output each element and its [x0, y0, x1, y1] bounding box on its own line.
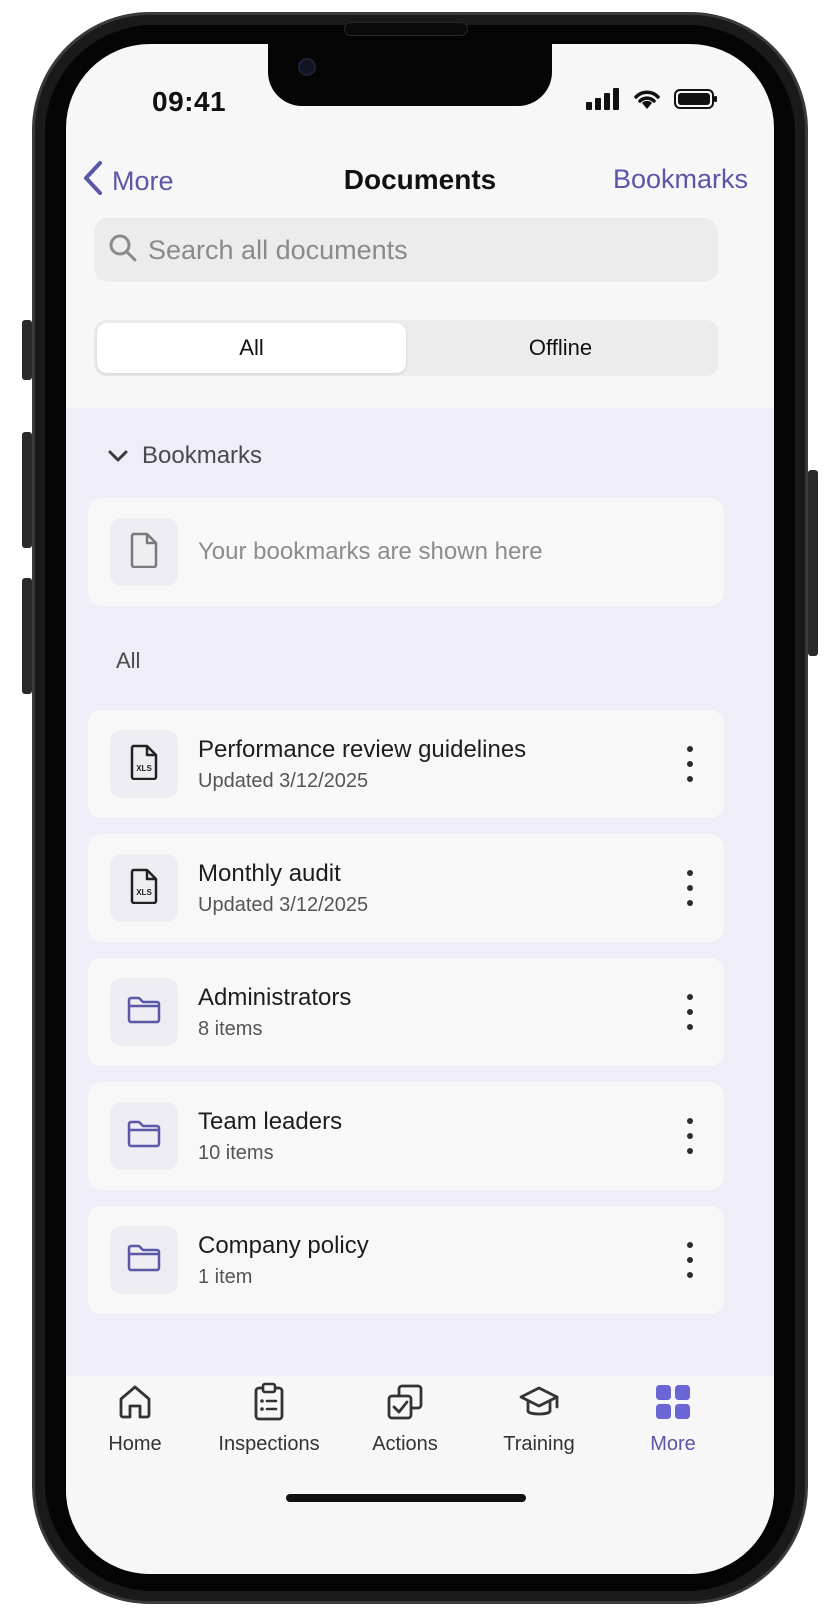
grid-icon: [653, 1382, 693, 1427]
item-tile: XLS: [110, 730, 178, 798]
item-tile: [110, 1102, 178, 1170]
segment-offline[interactable]: Offline: [406, 323, 715, 373]
mute-switch: [22, 320, 32, 380]
item-text: Performance review guidelines Updated 3/…: [198, 736, 526, 793]
tab-actions[interactable]: Actions: [338, 1382, 472, 1456]
item-subtitle: 8 items: [198, 1017, 263, 1040]
search-icon: [108, 233, 138, 268]
item-tile: XLS: [110, 854, 178, 922]
item-title: Company policy: [198, 1231, 369, 1259]
wifi-icon: [632, 88, 662, 115]
item-subtitle: 1 item: [198, 1265, 253, 1288]
filter-segmented-control: All Offline: [94, 320, 718, 376]
all-section-label: All: [116, 648, 141, 673]
screen: 09:41 More Documents Bookmarks Search al…: [66, 44, 774, 1574]
navigation-bar: More Documents Bookmarks: [66, 158, 774, 208]
tab-training[interactable]: Training: [472, 1382, 606, 1456]
more-options-icon[interactable]: [680, 870, 700, 906]
status-icons: [586, 88, 718, 115]
volume-up-button: [22, 432, 32, 548]
item-subtitle: 10 items: [198, 1141, 274, 1164]
notch: [268, 44, 552, 106]
document-icon: [129, 532, 159, 573]
volume-down-button: [22, 578, 32, 694]
front-camera: [298, 58, 316, 76]
power-button: [808, 470, 818, 656]
home-indicator[interactable]: [286, 1494, 526, 1502]
documents-list-area: Bookmarks Your bookmarks are shown here …: [66, 408, 774, 1376]
item-text: Company policy 1 item: [198, 1232, 369, 1289]
item-title: Performance review guidelines: [198, 735, 527, 763]
segment-all[interactable]: All: [97, 323, 406, 373]
svg-text:XLS: XLS: [136, 888, 152, 897]
folder-icon: [126, 1243, 162, 1278]
list-item[interactable]: XLS Performance review guidelines Update…: [88, 710, 724, 818]
item-text: Administrators 8 items: [198, 984, 351, 1041]
bookmarks-button[interactable]: Bookmarks: [613, 164, 748, 195]
bookmarks-section-label: Bookmarks: [142, 442, 263, 469]
battery-icon: [674, 88, 718, 115]
item-title: Administrators: [198, 983, 352, 1011]
tab-inspections[interactable]: Inspections: [202, 1382, 336, 1456]
back-button-label: More: [112, 166, 174, 196]
list-item[interactable]: Company policy 1 item: [88, 1206, 724, 1314]
status-time: 09:41: [152, 86, 227, 117]
document-tile: [110, 518, 178, 586]
item-text: Monthly audit Updated 3/12/2025: [198, 860, 368, 917]
search-bar[interactable]: [94, 218, 718, 282]
clipboard-icon: [249, 1382, 289, 1427]
list-item[interactable]: XLS Monthly audit Updated 3/12/2025: [88, 834, 724, 942]
more-options-icon[interactable]: [680, 746, 700, 782]
more-options-icon[interactable]: [680, 994, 700, 1030]
tab-home[interactable]: Home: [68, 1382, 202, 1456]
home-icon: [115, 1382, 155, 1427]
item-title: Team leaders: [198, 1107, 343, 1135]
xls-file-icon: XLS: [129, 744, 159, 785]
documents-list: XLS Performance review guidelines Update…: [88, 710, 724, 1330]
bookmarks-empty-text: Your bookmarks are shown here: [198, 538, 543, 565]
search-input[interactable]: [148, 234, 688, 266]
more-options-icon[interactable]: [680, 1118, 700, 1154]
item-subtitle: Updated 3/12/2025: [198, 769, 369, 792]
folder-icon: [126, 995, 162, 1030]
item-subtitle: Updated 3/12/2025: [198, 893, 369, 916]
back-button[interactable]: More: [82, 160, 174, 203]
chevron-down-icon: [108, 442, 128, 470]
tab-more-label: More: [650, 1433, 696, 1455]
tab-training-label: Training: [503, 1433, 575, 1455]
tab-home-label: Home: [108, 1433, 162, 1455]
tab-bar: Home Inspections Actions Training More: [66, 1376, 774, 1574]
graduation-cap-icon: [517, 1382, 561, 1427]
earpiece-speaker: [344, 22, 468, 36]
folder-icon: [126, 1119, 162, 1154]
xls-file-icon: XLS: [129, 868, 159, 909]
list-item[interactable]: Administrators 8 items: [88, 958, 724, 1066]
actions-icon: [385, 1382, 425, 1427]
item-text: Team leaders 10 items: [198, 1108, 342, 1165]
bookmarks-section-toggle[interactable]: Bookmarks: [108, 442, 262, 470]
tab-actions-label: Actions: [372, 1433, 438, 1455]
more-options-icon[interactable]: [680, 1242, 700, 1278]
list-item[interactable]: Team leaders 10 items: [88, 1082, 724, 1190]
chevron-left-icon: [82, 160, 104, 203]
item-tile: [110, 1226, 178, 1294]
item-title: Monthly audit: [198, 859, 341, 887]
svg-text:XLS: XLS: [136, 764, 152, 773]
cellular-signal-icon: [586, 88, 620, 115]
tab-more[interactable]: More: [606, 1382, 740, 1456]
tab-inspections-label: Inspections: [218, 1433, 320, 1455]
bookmarks-empty-card: Your bookmarks are shown here: [88, 498, 724, 606]
item-tile: [110, 978, 178, 1046]
